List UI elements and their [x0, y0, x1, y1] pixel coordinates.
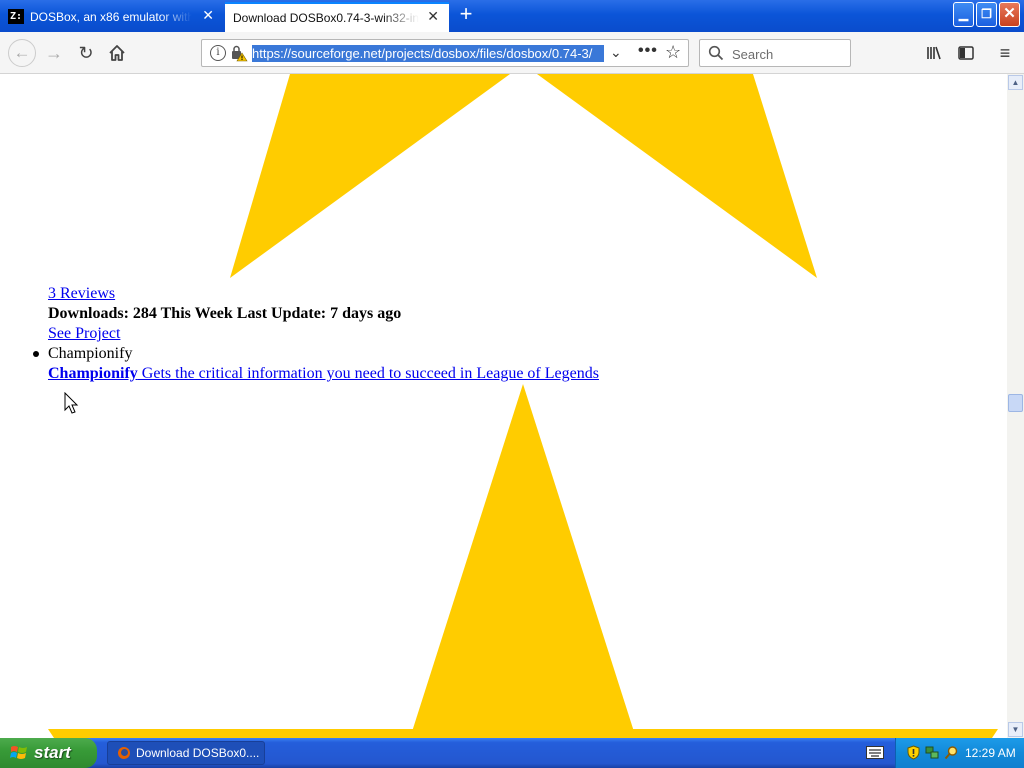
- list-item: Championify: [48, 345, 133, 362]
- reload-icon[interactable]: ↻: [74, 41, 98, 65]
- page-content: 3 Reviews Downloads: 284 This Week Last …: [0, 74, 1007, 738]
- magnifier-icon[interactable]: [944, 745, 959, 760]
- downloads-info: Downloads: 284 This Week Last Update: 7 …: [48, 305, 402, 322]
- keyboard-icon[interactable]: [866, 746, 884, 759]
- cursor-icon: [64, 392, 79, 414]
- tab-dosbox[interactable]: Z: DOSBox, an x86 emulator with DOS ✕: [0, 2, 224, 32]
- taskbar-item-firefox[interactable]: Download DOSBox0....: [107, 741, 265, 765]
- search-icon: [708, 45, 724, 61]
- close-window-button[interactable]: ✕: [999, 2, 1020, 27]
- sidebar-icon[interactable]: [954, 41, 978, 65]
- promo-link[interactable]: Championify Gets the critical informatio…: [48, 365, 599, 383]
- start-button[interactable]: start: [0, 738, 97, 768]
- maximize-button[interactable]: ❐: [976, 2, 997, 27]
- system-tray: 12:29 AM: [895, 738, 1024, 768]
- new-tab-button[interactable]: +: [455, 3, 477, 26]
- vertical-scrollbar[interactable]: ▲ ▼: [1007, 74, 1024, 738]
- info-icon[interactable]: i: [210, 45, 226, 61]
- promo-link-text[interactable]: Gets the critical information you need t…: [138, 365, 599, 382]
- list-bullet: [33, 351, 39, 357]
- triangle-shape: [230, 74, 510, 278]
- scroll-down-button[interactable]: ▼: [1008, 722, 1023, 737]
- taskbar-item-label: Download DOSBox0....: [136, 746, 260, 760]
- tab-close-icon[interactable]: ✕: [427, 8, 439, 24]
- home-icon[interactable]: [105, 41, 129, 65]
- search-input[interactable]: [730, 44, 844, 64]
- tab-close-icon[interactable]: ✕: [202, 7, 214, 23]
- firefox-icon: [118, 747, 130, 759]
- triangle-shape: [410, 384, 636, 738]
- see-project-link[interactable]: See Project: [48, 325, 120, 343]
- reviews-link[interactable]: 3 Reviews: [48, 285, 115, 303]
- promo-link-title[interactable]: Championify: [48, 365, 138, 382]
- more-icon[interactable]: •••: [638, 42, 658, 60]
- scroll-up-button[interactable]: ▲: [1008, 75, 1023, 90]
- windows-flag-icon: [10, 746, 27, 759]
- network-icon[interactable]: [925, 745, 940, 760]
- dosbox-favicon-icon: Z:: [8, 9, 24, 24]
- address-bar[interactable]: i https://sourceforge.net/projects/dosbo…: [201, 39, 689, 67]
- forward-icon[interactable]: →: [42, 41, 66, 65]
- start-label: start: [34, 743, 71, 762]
- tab-title: DOSBox, an x86 emulator with DOS: [30, 10, 192, 24]
- tab-download[interactable]: Download DOSBox0.74-3-win32-installer ✕: [225, 2, 449, 32]
- tab-title: Download DOSBox0.74-3-win32-installer: [233, 11, 419, 25]
- tab-bar: Z: DOSBox, an x86 emulator with DOS ✕ Do…: [0, 0, 1024, 32]
- bookmark-star-icon[interactable]: ☆: [665, 42, 681, 63]
- back-icon[interactable]: ←: [8, 39, 36, 67]
- navigation-toolbar: ← → ↻ i https://sourceforge.net/projects…: [0, 32, 1024, 74]
- minimize-button[interactable]: ▁: [953, 2, 974, 27]
- library-icon[interactable]: [922, 41, 946, 65]
- search-box[interactable]: [699, 39, 851, 67]
- lock-warning-icon[interactable]: [230, 44, 248, 62]
- shield-icon[interactable]: [906, 745, 921, 760]
- taskbar: start Download DOSBox0.... 12:29 AM: [0, 738, 1024, 768]
- url-text[interactable]: https://sourceforge.net/projects/dosbox/…: [252, 45, 604, 62]
- scroll-thumb[interactable]: [1008, 394, 1023, 412]
- decorative-shapes: [48, 74, 998, 738]
- hamburger-menu-icon[interactable]: ≡: [993, 41, 1017, 65]
- triangle-shape: [48, 729, 998, 738]
- clock: 12:29 AM: [965, 746, 1016, 760]
- dropdown-icon[interactable]: ⌄: [610, 44, 622, 61]
- triangle-shape: [537, 74, 817, 278]
